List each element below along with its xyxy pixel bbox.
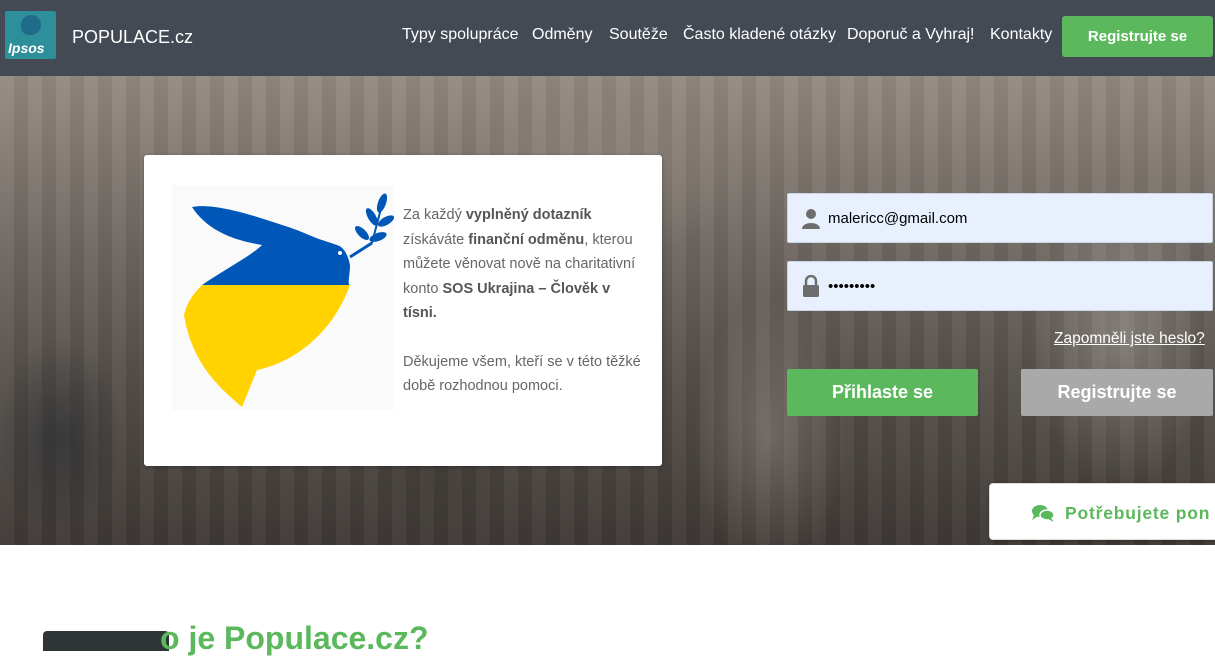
brand-name[interactable]: POPULACE.cz bbox=[72, 27, 193, 48]
ukraine-info-card: Za každý vyplněný dotazník získáváte fin… bbox=[144, 155, 662, 466]
forgot-password-link[interactable]: Zapomněli jste heslo? bbox=[1054, 330, 1205, 348]
text-bold-dotaznik: vyplněný dotazník bbox=[465, 207, 592, 223]
help-chat-button[interactable]: Potřebujete pon bbox=[989, 483, 1215, 540]
register-button[interactable]: Registrujte se bbox=[1021, 369, 1213, 416]
email-field[interactable]: malericc@gmail.com bbox=[787, 193, 1213, 243]
nav-typy-spoluprace[interactable]: Typy spolupráce bbox=[402, 26, 519, 44]
text-bold-odmena: finanční odměnu bbox=[468, 231, 585, 248]
nav-faq[interactable]: Často kladené otázky bbox=[683, 26, 836, 44]
text-part: získáváte bbox=[403, 231, 469, 248]
thanks-text: Děkujeme všem, kteří se v této těžké dob… bbox=[403, 353, 641, 395]
dark-tab-element bbox=[43, 631, 169, 651]
login-button[interactable]: Přihlaste se bbox=[787, 369, 978, 416]
user-icon bbox=[802, 209, 820, 229]
password-value: ••••••••• bbox=[828, 278, 876, 295]
lock-icon bbox=[803, 275, 819, 297]
nav-kontakty[interactable]: Kontakty bbox=[990, 26, 1052, 44]
logo-bubble-icon bbox=[21, 15, 41, 35]
peace-dove-icon bbox=[172, 185, 394, 410]
text-part: Za každý bbox=[403, 207, 466, 223]
password-field[interactable]: ••••••••• bbox=[787, 261, 1213, 311]
hero-banner: Za každý vyplněný dotazník získáváte fin… bbox=[0, 76, 1215, 545]
chat-icon bbox=[1032, 505, 1055, 522]
nav-odmeny[interactable]: Odměny bbox=[532, 26, 592, 44]
nav-doporuc[interactable]: Doporuč a Vyhraj! bbox=[847, 26, 974, 44]
donation-text: Za každý vyplněný dotazník získáváte fin… bbox=[403, 203, 643, 399]
help-label: Potřebujete pon bbox=[1065, 503, 1211, 523]
email-value: malericc@gmail.com bbox=[828, 210, 968, 227]
top-navbar: Ipsos POPULACE.cz Typy spolupráce Odměny… bbox=[0, 0, 1215, 76]
section-title: o je Populace.cz? bbox=[160, 620, 429, 656]
ipsos-logo[interactable]: Ipsos bbox=[5, 11, 56, 59]
logo-text: Ipsos bbox=[8, 40, 45, 56]
nav-souteze[interactable]: Soutěže bbox=[609, 26, 668, 44]
register-button-header[interactable]: Registrujte se bbox=[1062, 16, 1213, 57]
